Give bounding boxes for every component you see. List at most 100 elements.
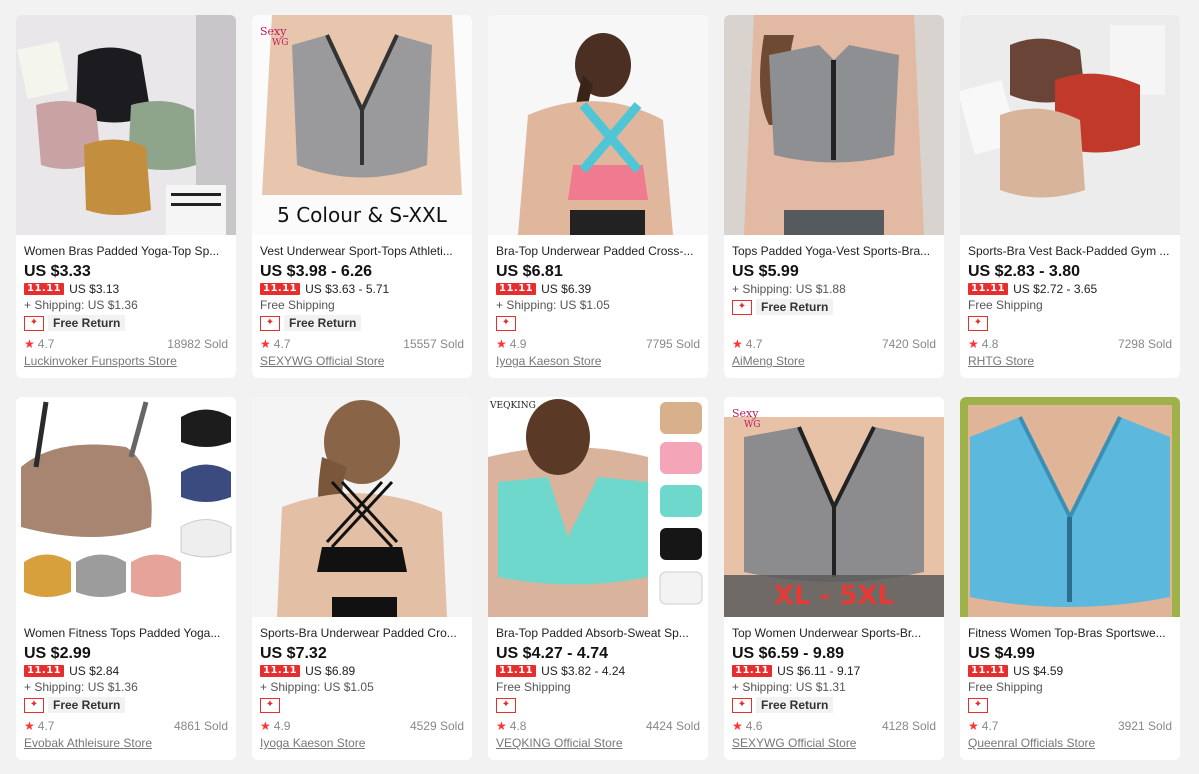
store-link[interactable]: Luckinvoker Funsports Store bbox=[24, 354, 177, 368]
product-price: US $4.27 - 4.74 bbox=[496, 645, 609, 662]
svg-text:WG: WG bbox=[272, 38, 288, 48]
store-link[interactable]: AiMeng Store bbox=[732, 354, 805, 368]
product-image[interactable] bbox=[16, 15, 236, 235]
product-image[interactable] bbox=[252, 397, 472, 617]
product-title[interactable]: Women Bras Padded Yoga-Top Sp... bbox=[24, 244, 228, 258]
image-overlay-text: XL - 5XL bbox=[773, 581, 895, 611]
product-price: US $6.59 - 9.89 bbox=[732, 645, 845, 662]
rating: ★ 4.8 bbox=[496, 719, 526, 733]
promo-row: 11.11 US $4.59 bbox=[968, 664, 1172, 678]
product-card[interactable]: Sports-Bra Underwear Padded Cro... US $7… bbox=[252, 397, 472, 760]
store-link[interactable]: Iyoga Kaeson Store bbox=[260, 736, 365, 750]
product-title[interactable]: Women Fitness Tops Padded Yoga... bbox=[24, 626, 228, 640]
return-ticket-icon: ✦ bbox=[24, 697, 44, 713]
return-row: ✦ bbox=[968, 315, 1172, 331]
product-image[interactable]: Sexy WG 5 Colour & S-XXL bbox=[252, 15, 472, 235]
product-card[interactable]: Women Bras Padded Yoga-Top Sp... US $3.3… bbox=[16, 15, 236, 378]
product-image[interactable]: VEQKING bbox=[488, 397, 708, 617]
meta-row: ★ 4.7 15557 Sold bbox=[260, 337, 464, 351]
promo-badge: 11.11 bbox=[968, 665, 1009, 677]
meta-row: ★ 4.8 7298 Sold bbox=[968, 337, 1172, 351]
return-ticket-icon: ✦ bbox=[732, 697, 752, 713]
promo-price: US $2.84 bbox=[69, 664, 120, 678]
sold-count: 15557 Sold bbox=[403, 337, 464, 351]
return-ticket-icon: ✦ bbox=[496, 315, 516, 331]
star-icon: ★ bbox=[24, 719, 35, 733]
store-link[interactable]: Iyoga Kaeson Store bbox=[496, 354, 601, 368]
image-overlay-text: 5 Colour & S-XXL bbox=[277, 203, 447, 227]
rating-value: 4.9 bbox=[509, 337, 527, 351]
return-ticket-icon: ✦ bbox=[968, 315, 988, 331]
product-title[interactable]: Sports-Bra Underwear Padded Cro... bbox=[260, 626, 464, 640]
rating-value: 4.8 bbox=[981, 337, 999, 351]
product-card[interactable]: Bra-Top Underwear Padded Cross-... US $6… bbox=[488, 15, 708, 378]
promo-price: US $3.63 - 5.71 bbox=[305, 282, 390, 296]
meta-row: ★ 4.6 4128 Sold bbox=[732, 719, 936, 733]
return-ticket-icon: ✦ bbox=[24, 315, 44, 331]
return-row: ✦ Free Return bbox=[260, 315, 464, 331]
product-card[interactable]: VEQKING Bra-Top Padded Absorb-Sweat Sp..… bbox=[488, 397, 708, 760]
rating: ★ 4.8 bbox=[968, 337, 998, 351]
store-link[interactable]: SEXYWG Official Store bbox=[732, 736, 856, 750]
promo-badge: 11.11 bbox=[496, 665, 537, 677]
product-card[interactable]: Sports-Bra Vest Back-Padded Gym ... US $… bbox=[960, 15, 1180, 378]
product-image[interactable] bbox=[724, 15, 944, 235]
rating: ★ 4.7 bbox=[732, 337, 762, 351]
promo-badge: 11.11 bbox=[24, 283, 65, 295]
product-image[interactable]: Sexy WG XL - 5XL bbox=[724, 397, 944, 617]
product-price: US $3.98 - 6.26 bbox=[260, 263, 373, 280]
product-title[interactable]: Fitness Women Top-Bras Sportswe... bbox=[968, 626, 1172, 640]
promo-row: 11.11 US $6.89 bbox=[260, 664, 464, 678]
product-price: US $2.83 - 3.80 bbox=[968, 263, 1081, 280]
store-link[interactable]: Queenral Officials Store bbox=[968, 736, 1095, 750]
promo-price: US $4.59 bbox=[1013, 664, 1064, 678]
svg-text:Sexy: Sexy bbox=[260, 25, 287, 38]
return-ticket-icon: ✦ bbox=[732, 299, 752, 315]
product-card[interactable]: Fitness Women Top-Bras Sportswe... US $4… bbox=[960, 397, 1180, 760]
product-title[interactable]: Bra-Top Padded Absorb-Sweat Sp... bbox=[496, 626, 700, 640]
store-link[interactable]: RHTG Store bbox=[968, 354, 1034, 368]
rating: ★ 4.7 bbox=[968, 719, 998, 733]
product-image[interactable] bbox=[960, 15, 1180, 235]
return-row: ✦ bbox=[496, 315, 700, 331]
rating-value: 4.7 bbox=[273, 337, 291, 351]
product-card[interactable]: Women Fitness Tops Padded Yoga... US $2.… bbox=[16, 397, 236, 760]
star-icon: ★ bbox=[24, 337, 35, 351]
sold-count: 4424 Sold bbox=[645, 719, 700, 733]
star-icon: ★ bbox=[260, 337, 271, 351]
product-title[interactable]: Vest Underwear Sport-Tops Athleti... bbox=[260, 244, 464, 258]
product-card[interactable]: Sexy WG XL - 5XL Top Women Underwear Spo… bbox=[724, 397, 944, 760]
return-row: ✦ bbox=[260, 697, 464, 713]
product-image[interactable] bbox=[488, 15, 708, 235]
promo-row: 11.11 US $3.63 - 5.71 bbox=[260, 282, 464, 296]
product-title[interactable]: Sports-Bra Vest Back-Padded Gym ... bbox=[968, 244, 1172, 258]
rating-value: 4.7 bbox=[37, 719, 55, 733]
store-link[interactable]: SEXYWG Official Store bbox=[260, 354, 384, 368]
product-card[interactable]: Sexy WG 5 Colour & S-XXL Vest Underwear … bbox=[252, 15, 472, 378]
product-price: US $5.99 bbox=[732, 263, 799, 280]
promo-badge: 11.11 bbox=[260, 283, 301, 295]
promo-price: US $3.13 bbox=[69, 282, 120, 296]
product-title[interactable]: Tops Padded Yoga-Vest Sports-Bra... bbox=[732, 244, 936, 258]
product-title[interactable]: Bra-Top Underwear Padded Cross-... bbox=[496, 244, 700, 258]
product-price: US $3.33 bbox=[24, 263, 91, 280]
product-grid: Women Bras Padded Yoga-Top Sp... US $3.3… bbox=[16, 15, 1180, 760]
meta-row: ★ 4.7 4861 Sold bbox=[24, 719, 228, 733]
promo-price: US $6.39 bbox=[541, 282, 592, 296]
meta-row: ★ 4.7 7420 Sold bbox=[732, 337, 936, 351]
star-icon: ★ bbox=[496, 719, 507, 733]
product-image[interactable] bbox=[16, 397, 236, 617]
sold-count: 7298 Sold bbox=[1117, 337, 1172, 351]
rating: ★ 4.7 bbox=[24, 719, 54, 733]
svg-text:Sexy: Sexy bbox=[732, 407, 759, 420]
star-icon: ★ bbox=[260, 719, 271, 733]
star-icon: ★ bbox=[732, 719, 743, 733]
rating-value: 4.7 bbox=[37, 337, 55, 351]
promo-price: US $3.82 - 4.24 bbox=[541, 664, 626, 678]
product-title[interactable]: Top Women Underwear Sports-Br... bbox=[732, 626, 936, 640]
store-link[interactable]: Evobak Athleisure Store bbox=[24, 736, 152, 750]
rating: ★ 4.7 bbox=[24, 337, 54, 351]
store-link[interactable]: VEQKING Official Store bbox=[496, 736, 623, 750]
product-card[interactable]: Tops Padded Yoga-Vest Sports-Bra... US $… bbox=[724, 15, 944, 378]
product-image[interactable] bbox=[960, 397, 1180, 617]
